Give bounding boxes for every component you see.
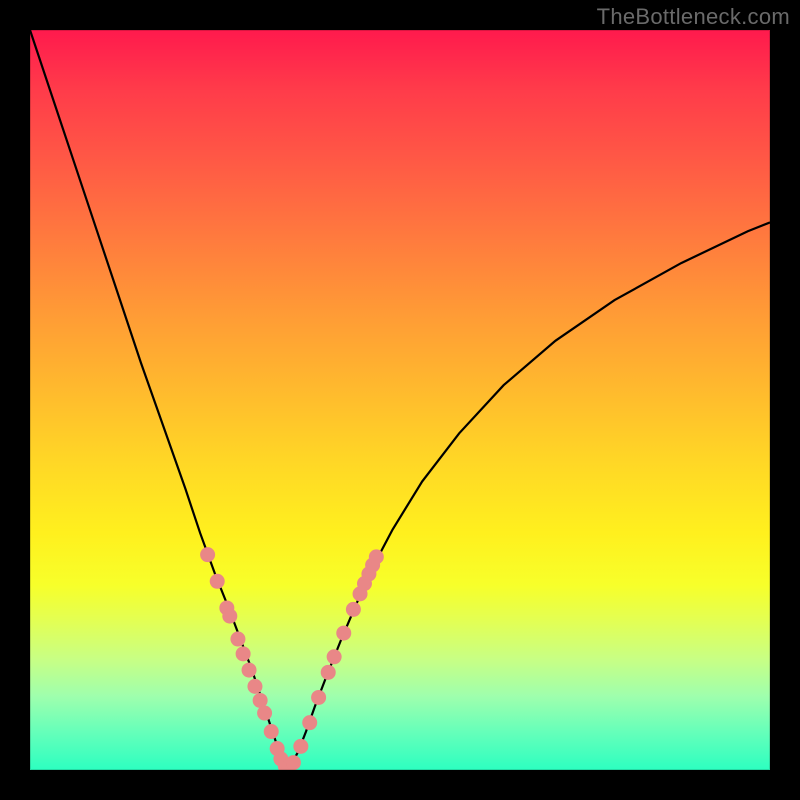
data-point <box>264 724 279 739</box>
data-point <box>247 679 262 694</box>
data-point <box>242 663 257 678</box>
chart-svg <box>30 30 770 770</box>
data-point <box>257 706 272 721</box>
data-point <box>321 665 336 680</box>
data-point <box>327 649 342 664</box>
data-point <box>293 739 308 754</box>
data-point <box>346 602 361 617</box>
right-dot-cluster <box>286 549 384 770</box>
data-point <box>369 549 384 564</box>
data-point <box>210 574 225 589</box>
data-point <box>236 646 251 661</box>
bottleneck-curve <box>30 30 770 766</box>
data-point <box>222 609 237 624</box>
data-point <box>286 755 301 770</box>
data-point <box>336 626 351 641</box>
left-dot-cluster <box>200 547 296 770</box>
watermark-text: TheBottleneck.com <box>597 4 790 30</box>
plot-area <box>30 30 770 770</box>
data-point <box>302 715 317 730</box>
data-point <box>230 632 245 647</box>
data-point <box>200 547 215 562</box>
outer-frame: TheBottleneck.com <box>0 0 800 800</box>
data-point <box>311 690 326 705</box>
